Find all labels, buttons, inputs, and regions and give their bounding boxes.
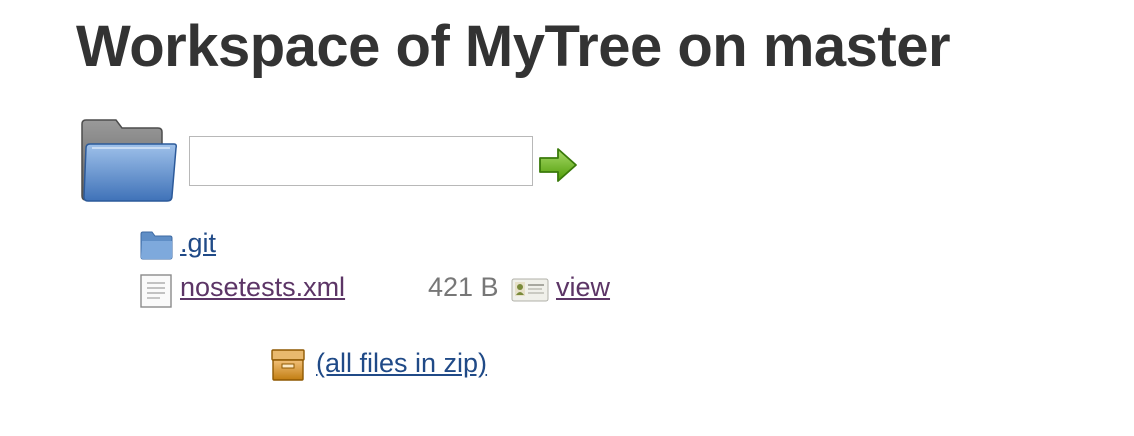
folder-icon: [81, 119, 177, 202]
folder-icon: [140, 231, 173, 260]
package-icon: [271, 349, 305, 381]
page-title: Workspace of MyTree on master: [76, 14, 951, 79]
document-icon: [140, 274, 172, 308]
download-zip-link[interactable]: (all files in zip): [316, 344, 487, 382]
file-link-nosetests[interactable]: nosetests.xml: [180, 270, 345, 304]
go-arrow-icon[interactable]: [538, 146, 578, 184]
file-link-git[interactable]: .git: [180, 226, 216, 260]
file-size: 421 B: [428, 272, 499, 302]
path-search-input[interactable]: [189, 136, 533, 186]
view-icon[interactable]: [511, 278, 549, 302]
view-link[interactable]: view: [556, 270, 610, 304]
